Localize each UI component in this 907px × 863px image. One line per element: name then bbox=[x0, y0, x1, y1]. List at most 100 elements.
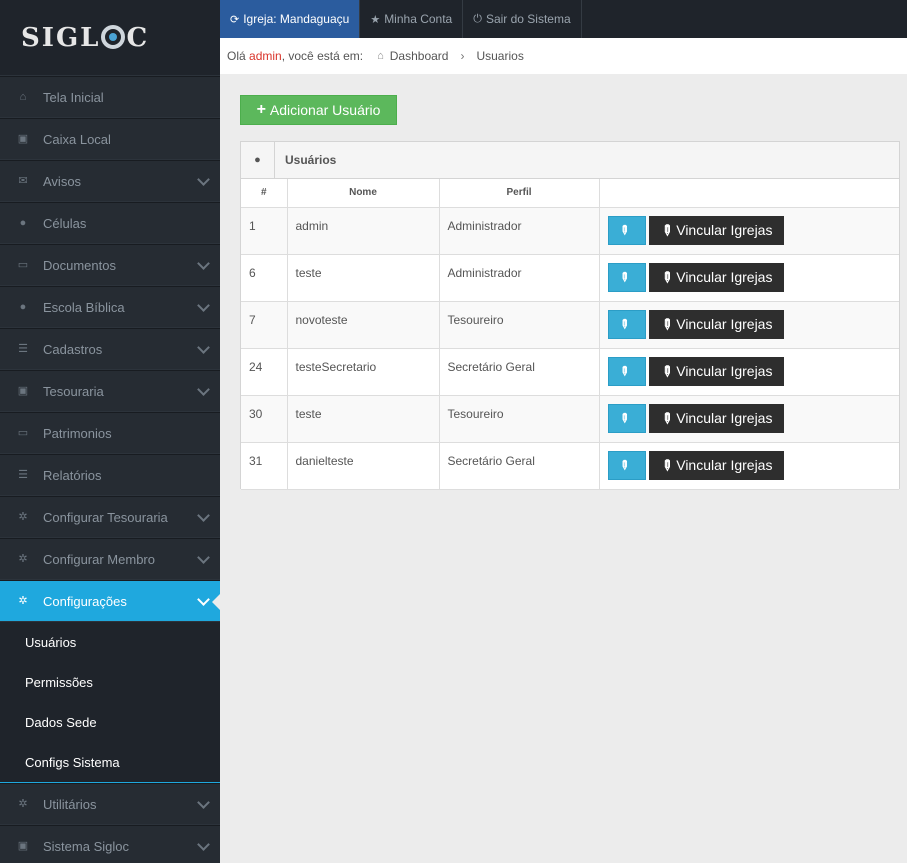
sidebar-item-label: Células bbox=[43, 215, 87, 231]
pencil-icon: ✎ bbox=[616, 221, 634, 239]
sidebar-item-celulas[interactable]: ● Células bbox=[0, 202, 220, 244]
cell-id: 31 bbox=[241, 442, 288, 490]
breadcrumb: Olá admin, você está em: ⌂ Dashboard › U… bbox=[220, 38, 907, 74]
cell-profile: Tesoureiro bbox=[439, 301, 600, 349]
sidebar-item-label: Relatórios bbox=[43, 467, 102, 483]
sidebar-item-label: Cadastros bbox=[43, 341, 103, 357]
sidebar-item-configurar-membro[interactable]: ✲ Configurar Membro bbox=[0, 538, 220, 580]
sidebar-item-documentos[interactable]: ▭ Documentos bbox=[0, 244, 220, 286]
table-row: 31 danielteste Secretário Geral ✎ ✎Vincular … bbox=[241, 442, 899, 490]
logout-link[interactable]: ⏻ Sair do Sistema bbox=[463, 0, 582, 38]
sidebar-item-label: Sistema Sigloc bbox=[43, 838, 129, 854]
money-icon: ▣ bbox=[17, 133, 29, 145]
link-churches-button[interactable]: ✎Vincular Igrejas bbox=[648, 215, 785, 245]
cell-id: 6 bbox=[241, 254, 288, 302]
sidebar-item-sistema-sigloc[interactable]: ▣ Sistema Sigloc bbox=[0, 825, 220, 863]
cell-actions: ✎ ✎Vincular Igrejas bbox=[599, 395, 899, 443]
link-churches-button[interactable]: ✎Vincular Igrejas bbox=[648, 262, 785, 292]
link-churches-button[interactable]: ✎Vincular Igrejas bbox=[648, 309, 785, 339]
cell-actions: ✎ ✎Vincular Igrejas bbox=[599, 442, 899, 490]
users-panel: ● Usuários # Nome Perfil 1 admin Administr… bbox=[240, 141, 900, 490]
sidebar-item-label: Escola Bíblica bbox=[43, 299, 125, 315]
sidebar-item-cadastros[interactable]: ☰ Cadastros bbox=[0, 328, 220, 370]
sidebar-item-tela-inicial[interactable]: ⌂ Tela Inicial bbox=[0, 76, 220, 118]
chevron-down-icon bbox=[197, 257, 210, 270]
sidebar-item-configuracoes[interactable]: ✲ Configurações bbox=[0, 580, 220, 622]
edit-button[interactable]: ✎ bbox=[607, 403, 646, 433]
sidebar-item-label: Configurar Tesouraria bbox=[43, 509, 168, 525]
users-table: # Nome Perfil 1 admin Administrador ✎ ✎Vincu… bbox=[241, 179, 899, 490]
sidebar-item-utilitarios[interactable]: ✲ Utilitários bbox=[0, 783, 220, 825]
panel-header: ● Usuários bbox=[241, 141, 899, 179]
sidebar-item-label: Avisos bbox=[43, 173, 82, 189]
column-header-name: Nome bbox=[287, 179, 440, 208]
add-user-button[interactable]: + Adicionar Usuário bbox=[240, 95, 397, 125]
greeting: Olá bbox=[227, 49, 246, 63]
edit-button[interactable]: ✎ bbox=[607, 309, 646, 339]
submenu-item-dados-sede[interactable]: Dados Sede bbox=[0, 702, 220, 742]
column-header-actions bbox=[599, 179, 899, 208]
sidebar-item-configurar-tesouraria[interactable]: ✲ Configurar Tesouraria bbox=[0, 496, 220, 538]
submenu-item-permissoes[interactable]: Permissões bbox=[0, 662, 220, 702]
link-churches-label: Vincular Igrejas bbox=[676, 315, 773, 332]
list-icon: ☰ bbox=[18, 469, 28, 481]
sidebar-item-label: Caixa Local bbox=[43, 131, 111, 147]
cell-name: admin bbox=[287, 207, 440, 255]
link-churches-label: Vincular Igrejas bbox=[676, 268, 773, 285]
power-icon: ⏻ bbox=[473, 12, 482, 25]
submenu-item-configs-sistema[interactable]: Configs Sistema bbox=[0, 742, 220, 782]
inbox-icon: ▭ bbox=[17, 427, 29, 439]
add-user-label: Adicionar Usuário bbox=[269, 102, 381, 118]
logo-text-part1: SIGL bbox=[21, 22, 101, 53]
cell-actions: ✎ ✎Vincular Igrejas bbox=[599, 207, 899, 255]
sidebar-item-relatorios[interactable]: ☰ Relatórios bbox=[0, 454, 220, 496]
envelope-icon: ✉ bbox=[18, 175, 28, 187]
money-icon: ▣ bbox=[17, 385, 29, 397]
chevron-down-icon bbox=[197, 299, 210, 312]
cell-actions: ✎ ✎Vincular Igrejas bbox=[599, 254, 899, 302]
sidebar-item-label: Configurar Membro bbox=[43, 551, 155, 567]
link-churches-button[interactable]: ✎Vincular Igrejas bbox=[648, 403, 785, 433]
chevron-down-icon bbox=[197, 551, 210, 564]
pencil-icon: ✎ bbox=[616, 315, 634, 333]
link-churches-label: Vincular Igrejas bbox=[676, 221, 773, 238]
submenu-item-usuarios[interactable]: Usuários bbox=[0, 622, 220, 662]
pencil-icon: ✎ bbox=[616, 268, 634, 286]
user-icon: ● bbox=[241, 141, 275, 179]
edit-button[interactable]: ✎ bbox=[607, 262, 646, 292]
users-icon: ● bbox=[19, 217, 27, 229]
logo[interactable]: SIGL C bbox=[0, 0, 220, 76]
logo-ring-icon bbox=[101, 24, 126, 49]
column-header-id: # bbox=[241, 179, 288, 208]
sidebar-item-caixa-local[interactable]: ▣ Caixa Local bbox=[0, 118, 220, 160]
table-row: 24 testeSecretario Secretário Geral ✎ ✎Vincu… bbox=[241, 348, 899, 396]
sidebar-item-escola-biblica[interactable]: ● Escola Bíblica bbox=[0, 286, 220, 328]
sidebar-item-avisos[interactable]: ✉ Avisos bbox=[0, 160, 220, 202]
pencil-icon: ✎ bbox=[616, 409, 634, 427]
gear-icon: ✲ bbox=[18, 595, 28, 607]
edit-button[interactable]: ✎ bbox=[607, 450, 646, 480]
sidebar-item-label: Patrimonios bbox=[43, 425, 112, 441]
link-churches-label: Vincular Igrejas bbox=[676, 456, 773, 473]
panel-title: Usuários bbox=[285, 153, 337, 167]
my-account-link[interactable]: ★ Minha Conta bbox=[360, 0, 464, 38]
home-icon: ⌂ bbox=[19, 91, 27, 103]
breadcrumb-dashboard[interactable]: Dashboard bbox=[390, 49, 449, 63]
pencil-icon: ✎ bbox=[616, 362, 634, 380]
cell-actions: ✎ ✎Vincular Igrejas bbox=[599, 301, 899, 349]
church-selector[interactable]: ⟳ Igreja: Mandaguaçu bbox=[220, 0, 361, 38]
link-churches-button[interactable]: ✎Vincular Igrejas bbox=[648, 356, 785, 386]
sidebar-item-label: Documentos bbox=[43, 257, 116, 273]
my-account-label: Minha Conta bbox=[384, 12, 453, 26]
table-row: 7 novoteste Tesoureiro ✎ ✎Vincular Igrejas bbox=[241, 301, 899, 349]
sidebar-item-label: Tela Inicial bbox=[43, 89, 104, 105]
chevron-down-icon bbox=[197, 796, 210, 809]
table-row: 6 teste Administrador ✎ ✎Vincular Igrejas bbox=[241, 254, 899, 302]
church-label: Igreja: bbox=[243, 12, 277, 26]
breadcrumb-current: Usuarios bbox=[476, 49, 524, 63]
edit-button[interactable]: ✎ bbox=[607, 356, 646, 386]
link-churches-button[interactable]: ✎Vincular Igrejas bbox=[648, 450, 785, 480]
sidebar-item-tesouraria[interactable]: ▣ Tesouraria bbox=[0, 370, 220, 412]
sidebar-item-patrimonios[interactable]: ▭ Patrimonios bbox=[0, 412, 220, 454]
edit-button[interactable]: ✎ bbox=[607, 215, 646, 245]
